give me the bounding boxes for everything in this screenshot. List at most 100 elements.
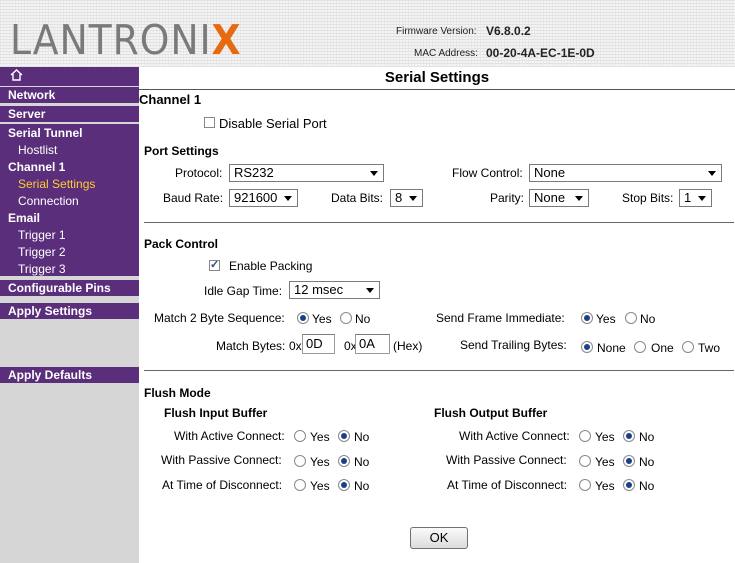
output-passive-label: With Passive Connect: <box>446 453 567 467</box>
input-active-no-label: No <box>354 430 370 444</box>
flow-control-label: Flow Control: <box>452 166 523 180</box>
input-disconnect-yes-label: Yes <box>310 479 330 493</box>
home-icon[interactable] <box>10 69 23 84</box>
baud-rate-select[interactable]: 921600 <box>229 189 298 207</box>
trailing-two-label: Two <box>698 341 721 355</box>
output-disconnect-yes-label: Yes <box>595 479 615 493</box>
output-disconnect-no-label: No <box>639 479 655 493</box>
sidebar-item-apply-settings[interactable]: Apply Settings <box>0 303 139 319</box>
match2-yes-radio[interactable] <box>297 312 309 324</box>
mac-label: MAC Address: <box>414 48 478 59</box>
trailing-none-radio[interactable] <box>581 341 593 353</box>
idle-gap-label: Idle Gap Time: <box>204 284 283 298</box>
sidebar-home[interactable] <box>0 67 139 86</box>
output-active-no-label: No <box>639 430 655 444</box>
trailing-one-label: One <box>651 341 674 355</box>
input-disconnect-no-radio[interactable] <box>338 479 350 491</box>
output-passive-yes-label: Yes <box>595 455 615 469</box>
sidebar-item-network[interactable]: Network <box>0 87 139 103</box>
enable-packing-checkbox[interactable] <box>209 258 220 271</box>
output-active-yes-radio[interactable] <box>579 430 591 442</box>
hex-prefix-1: 0x <box>289 339 302 353</box>
input-passive-no-label: No <box>354 455 370 469</box>
header: LANTRONIX Firmware Version: V6.8.0.2 MAC… <box>0 0 735 67</box>
chevron-down-icon <box>698 196 706 201</box>
data-bits-select[interactable]: 8 <box>390 189 423 207</box>
sidebar-item-trigger2[interactable]: Trigger 2 <box>0 244 139 261</box>
chevron-down-icon <box>708 171 716 176</box>
chevron-down-icon <box>366 288 374 293</box>
divider <box>144 222 734 223</box>
page-title: Serial Settings <box>139 67 735 90</box>
trailing-two-radio[interactable] <box>682 341 694 353</box>
send-frame-no-label: No <box>640 312 656 326</box>
enable-packing-label: Enable Packing <box>229 259 313 273</box>
sidebar-item-channel1[interactable]: Channel 1 <box>0 159 139 176</box>
stop-bits-select[interactable]: 1 <box>679 189 712 207</box>
pack-control-heading: Pack Control <box>144 237 219 251</box>
stop-bits-label: Stop Bits: <box>622 191 674 205</box>
chevron-down-icon <box>409 196 417 201</box>
parity-label: Parity: <box>490 191 525 205</box>
match-byte2-input[interactable]: 0A <box>355 334 390 354</box>
trailing-none-label: None <box>597 341 626 355</box>
sidebar-item-serial-tunnel[interactable]: Serial Tunnel <box>0 125 139 142</box>
disable-serial-port-label: Disable Serial Port <box>219 116 327 131</box>
match2-yes-label: Yes <box>312 312 332 326</box>
input-passive-yes-label: Yes <box>310 455 330 469</box>
input-passive-yes-radio[interactable] <box>294 455 306 467</box>
output-active-no-radio[interactable] <box>623 430 635 442</box>
output-passive-yes-radio[interactable] <box>579 455 591 467</box>
flush-output-heading: Flush Output Buffer <box>434 406 548 420</box>
send-frame-yes-radio[interactable] <box>581 312 593 324</box>
send-trailing-label: Send Trailing Bytes: <box>460 338 567 352</box>
trailing-one-radio[interactable] <box>634 341 646 353</box>
input-active-yes-label: Yes <box>310 430 330 444</box>
mac-value: 00-20-4A-EC-1E-0D <box>486 46 595 60</box>
ok-button[interactable]: OK <box>410 527 468 549</box>
firmware-value: V6.8.0.2 <box>486 24 531 38</box>
disable-serial-port-checkbox[interactable] <box>204 117 215 128</box>
sidebar-item-connection[interactable]: Connection <box>0 193 139 210</box>
sidebar-item-serial-settings[interactable]: Serial Settings <box>0 176 139 193</box>
protocol-select[interactable]: RS232 <box>229 164 384 182</box>
input-active-yes-radio[interactable] <box>294 430 306 442</box>
hex-suffix: (Hex) <box>393 339 423 353</box>
output-passive-no-radio[interactable] <box>623 455 635 467</box>
chevron-down-icon <box>284 196 292 201</box>
input-active-no-radio[interactable] <box>338 430 350 442</box>
channel-heading: Channel 1 <box>139 92 202 107</box>
send-frame-yes-label: Yes <box>596 312 616 326</box>
match-byte1-input[interactable]: 0D <box>302 334 335 354</box>
sidebar-item-server[interactable]: Server <box>0 106 139 122</box>
data-bits-label: Data Bits: <box>331 191 384 205</box>
send-frame-label: Send Frame Immediate: <box>436 311 565 325</box>
firmware-label: Firmware Version: <box>396 26 477 37</box>
output-active-label: With Active Connect: <box>459 429 570 443</box>
parity-select[interactable]: None <box>529 189 589 207</box>
match2-no-radio[interactable] <box>340 312 352 324</box>
port-settings-heading: Port Settings <box>144 144 219 158</box>
flow-control-select[interactable]: None <box>529 164 722 182</box>
output-disconnect-label: At Time of Disconnect: <box>447 478 568 492</box>
output-disconnect-no-radio[interactable] <box>623 479 635 491</box>
input-disconnect-yes-radio[interactable] <box>294 479 306 491</box>
sidebar-item-trigger3[interactable]: Trigger 3 <box>0 261 139 278</box>
output-passive-no-label: No <box>639 455 655 469</box>
input-disconnect-label: At Time of Disconnect: <box>162 478 283 492</box>
flush-input-heading: Flush Input Buffer <box>164 406 268 420</box>
idle-gap-select[interactable]: 12 msec <box>289 281 380 299</box>
sidebar-item-trigger1[interactable]: Trigger 1 <box>0 227 139 244</box>
output-active-yes-label: Yes <box>595 430 615 444</box>
sidebar-item-apply-defaults[interactable]: Apply Defaults <box>0 367 139 383</box>
sidebar-item-configurable-pins[interactable]: Configurable Pins <box>0 280 139 296</box>
input-passive-no-radio[interactable] <box>338 455 350 467</box>
output-disconnect-yes-radio[interactable] <box>579 479 591 491</box>
flush-mode-heading: Flush Mode <box>144 386 211 400</box>
sidebar-item-hostlist[interactable]: Hostlist <box>0 142 139 159</box>
lantronix-logo: LANTRONIX <box>10 16 242 64</box>
sidebar-item-email[interactable]: Email <box>0 210 139 227</box>
send-frame-no-radio[interactable] <box>625 312 637 324</box>
input-active-label: With Active Connect: <box>174 429 285 443</box>
input-disconnect-no-label: No <box>354 479 370 493</box>
